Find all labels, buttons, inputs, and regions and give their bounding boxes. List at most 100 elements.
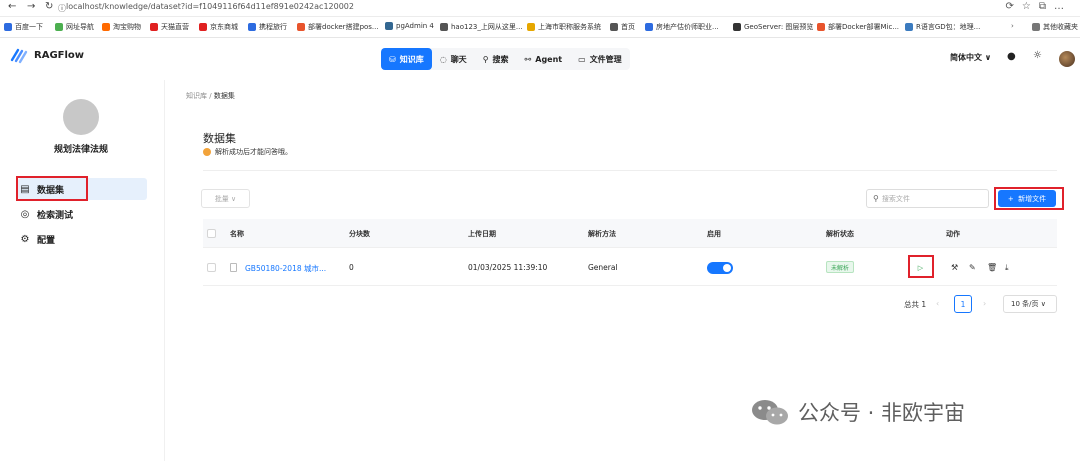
reload-icon[interactable]: ↻ xyxy=(45,1,53,12)
row-divider xyxy=(203,285,1057,286)
address-bar[interactable]: localhost/knowledge/dataset?id=f1049116f… xyxy=(66,2,354,11)
bookmarks-bar: 百度一下 网址导航 淘宝购物 天猫直营 京东商城 携程旅行 部署docker搭建… xyxy=(0,18,1080,38)
breadcrumb-separator: / xyxy=(209,92,212,100)
nav-tab-search[interactable]: ⚲ 搜索 xyxy=(475,48,517,70)
nav-tab-agent[interactable]: ⚯ Agent xyxy=(517,48,571,70)
search-icon: ⚲ xyxy=(482,54,489,64)
column-header-name: 名称 xyxy=(230,230,244,238)
gear-icon: ⚙ xyxy=(20,233,30,245)
upload-date: 01/03/2025 11:39:10 xyxy=(468,263,548,272)
agent-icon: ⚯ xyxy=(524,54,532,64)
bulk-label: 批量 xyxy=(214,194,229,203)
column-header-parse-status: 解析状态 xyxy=(826,230,854,238)
bookmark-item[interactable]: R语言GD包：地理... xyxy=(905,22,980,32)
bookmark-item[interactable]: 首页 xyxy=(610,22,635,32)
chevron-down-icon: ∨ xyxy=(984,53,992,62)
knowledge-base-name: 规划法律法规 xyxy=(53,145,108,155)
theme-sun-icon[interactable]: ☼ xyxy=(1033,50,1042,61)
bookmark-item[interactable]: 携程旅行 xyxy=(248,22,287,32)
status-badge: 未解析 xyxy=(826,261,855,273)
wrench-icon[interactable]: ⚒ xyxy=(951,263,958,272)
ragflow-logo-icon xyxy=(10,48,28,64)
breadcrumb: 知识库 / 数据集 xyxy=(186,91,235,101)
nav-tab-files[interactable]: ▭ 文件管理 xyxy=(570,48,630,70)
bookmark-item[interactable]: 京东商城 xyxy=(199,22,238,32)
pagination-total: 总共 1 xyxy=(904,300,927,309)
bookmark-item[interactable]: 上海市职称服务系统 xyxy=(527,22,601,32)
table-header xyxy=(203,219,1057,247)
highlight-box-add-file xyxy=(994,187,1064,210)
chevron-right-icon[interactable]: › xyxy=(983,299,986,308)
download-icon[interactable]: ⤓ xyxy=(1005,263,1009,273)
bookmark-item[interactable]: 房地产估价师职业... xyxy=(645,22,719,32)
page-size-select[interactable]: 10 条/页 ∨ xyxy=(1003,295,1057,313)
page-subtitle: 解析成功后才能问答哦。 xyxy=(203,147,292,157)
wechat-icon xyxy=(752,400,788,425)
column-header-enabled: 启用 xyxy=(707,230,721,238)
page-title: 数据集 xyxy=(203,132,236,145)
bookmark-item[interactable]: 天猫直营 xyxy=(150,22,189,32)
bookmark-item[interactable]: 部署docker搭建pos... xyxy=(297,22,379,32)
page-size-label: 10 条/页 xyxy=(1011,300,1039,308)
column-header-actions: 动作 xyxy=(946,230,960,238)
bookmark-item[interactable]: 网址导航 xyxy=(55,22,94,32)
search-input[interactable]: ⚲ 搜索文件 xyxy=(866,189,989,208)
delete-icon[interactable]: 🗑 xyxy=(987,263,997,272)
select-all-checkbox[interactable] xyxy=(207,229,216,238)
browser-actions[interactable]: ⟳☆⧉… xyxy=(1006,1,1072,12)
highlight-box-dataset xyxy=(16,176,88,201)
bookmark-item[interactable]: pgAdmin 4 xyxy=(385,22,434,30)
user-avatar[interactable] xyxy=(1059,51,1075,67)
main-nav: ⛁ 知识库 ◌ 聊天 ⚲ 搜索 ⚯ Agent ▭ 文件管理 xyxy=(381,48,630,70)
bookmark-item[interactable]: hao123_上网从这里... xyxy=(440,22,523,32)
column-header-parse-method: 解析方法 xyxy=(588,230,616,238)
browser-toolbar: ← → ↻ ⓘ localhost/knowledge/dataset?id=f… xyxy=(0,0,1080,17)
chevron-down-icon: ∨ xyxy=(231,194,237,203)
sidebar-item-config[interactable]: ⚙ 配置 xyxy=(19,229,56,249)
subtitle-text: 解析成功后才能问答哦。 xyxy=(215,148,292,156)
forward-icon[interactable]: → xyxy=(27,1,35,12)
row-divider xyxy=(203,247,1057,248)
bookmark-item[interactable]: GeoServer: 图层预览 xyxy=(733,22,813,32)
chevron-left-icon[interactable]: ‹ xyxy=(936,299,939,308)
info-icon[interactable]: ⓘ xyxy=(58,3,66,14)
language-select[interactable]: 简体中文 ∨ xyxy=(950,52,991,63)
enable-toggle[interactable] xyxy=(707,262,733,274)
emoji-icon xyxy=(203,148,211,156)
column-header-upload-date: 上传日期 xyxy=(468,230,496,238)
row-checkbox[interactable] xyxy=(207,263,216,272)
bookmark-item[interactable]: 百度一下 xyxy=(4,22,43,32)
pagination-page[interactable]: 1 xyxy=(954,295,972,313)
target-icon: ◎ xyxy=(20,208,30,220)
chat-icon: ◌ xyxy=(439,54,447,64)
app-logo[interactable]: RAGFlow xyxy=(10,46,84,64)
divider xyxy=(203,170,1057,171)
search-placeholder: 搜索文件 xyxy=(881,194,910,203)
parse-method[interactable]: General xyxy=(588,263,618,272)
sidebar-item-retrieval-test[interactable]: ◎ 检索测试 xyxy=(19,204,73,224)
search-icon: ⚲ xyxy=(873,194,879,203)
app-name: RAGFlow xyxy=(34,49,85,61)
edit-icon[interactable]: ✎ xyxy=(969,263,976,272)
chunk-count: 0 xyxy=(349,263,354,272)
breadcrumb-parent[interactable]: 知识库 xyxy=(186,92,207,100)
bookmark-item[interactable]: 部署Docker部署Mic... xyxy=(817,22,899,32)
highlight-box-parse xyxy=(908,255,934,278)
back-icon[interactable]: ← xyxy=(8,1,16,12)
watermark-text: 公众号 · 非欧宇宙 xyxy=(798,401,966,425)
chevron-right-icon[interactable]: › xyxy=(1011,22,1014,30)
nav-tab-chat[interactable]: ◌ 聊天 xyxy=(432,48,475,70)
watermark: 公众号 · 非欧宇宙 xyxy=(750,397,965,427)
database-icon: ⛁ xyxy=(389,54,396,64)
bookmark-item[interactable]: 淘宝购物 xyxy=(102,22,141,32)
breadcrumb-current: 数据集 xyxy=(213,92,235,100)
folder-icon: ▭ xyxy=(578,54,586,64)
bulk-actions-button[interactable]: 批量 ∨ xyxy=(201,189,250,208)
chevron-down-icon: ∨ xyxy=(1040,300,1046,308)
sidebar xyxy=(0,80,165,461)
nav-tab-knowledge[interactable]: ⛁ 知识库 xyxy=(381,48,432,70)
file-name-link[interactable]: GB50180-2018 城市... xyxy=(245,263,326,274)
bookmark-folder[interactable]: 其他收藏夹 xyxy=(1032,22,1078,32)
column-header-chunks: 分块数 xyxy=(349,230,370,238)
github-icon[interactable]: ● xyxy=(1007,51,1016,62)
